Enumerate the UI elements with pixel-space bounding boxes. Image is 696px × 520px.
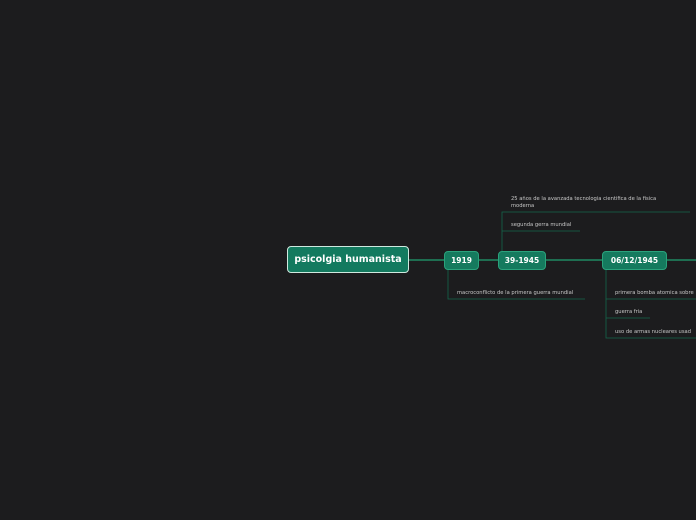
topic-label-06-12-1945: 06/12/1945: [610, 256, 659, 265]
root-topic-label: psicolgia humanista: [294, 254, 402, 265]
subtopic-1919-note[interactable]: macroconflicto de la primera guerra mund…: [457, 290, 573, 297]
topic-node-06-12-1945[interactable]: 06/12/1945: [602, 251, 667, 270]
subtopic-3945-note-1-line-1[interactable]: 25 años de la avanzada tecnologia cienti…: [511, 196, 656, 203]
connector-0612-notes: [605, 270, 696, 339]
subtopic-3945-note-2[interactable]: segunda gerra mundial: [511, 222, 571, 229]
connector-3945-notes: [501, 211, 690, 251]
topic-node-39-1945[interactable]: 39-1945: [498, 251, 546, 270]
root-topic-node[interactable]: psicolgia humanista: [287, 246, 409, 273]
subtopic-3945-note-1-line-2[interactable]: moderna: [511, 203, 534, 210]
subtopic-0612-note-3[interactable]: uso de armas nucleares usad: [615, 329, 691, 336]
topic-node-1919[interactable]: 1919: [444, 251, 479, 270]
subtopic-0612-note-1[interactable]: primera bomba atomica sobre: [615, 290, 694, 297]
subtopic-0612-note-2[interactable]: guerra fria: [615, 309, 642, 316]
topic-label-39-1945: 39-1945: [504, 256, 540, 265]
topic-label-1919: 1919: [451, 256, 472, 265]
mind-map-canvas: psicolgia humanista 1919 39-1945 06/12/1…: [0, 0, 696, 520]
